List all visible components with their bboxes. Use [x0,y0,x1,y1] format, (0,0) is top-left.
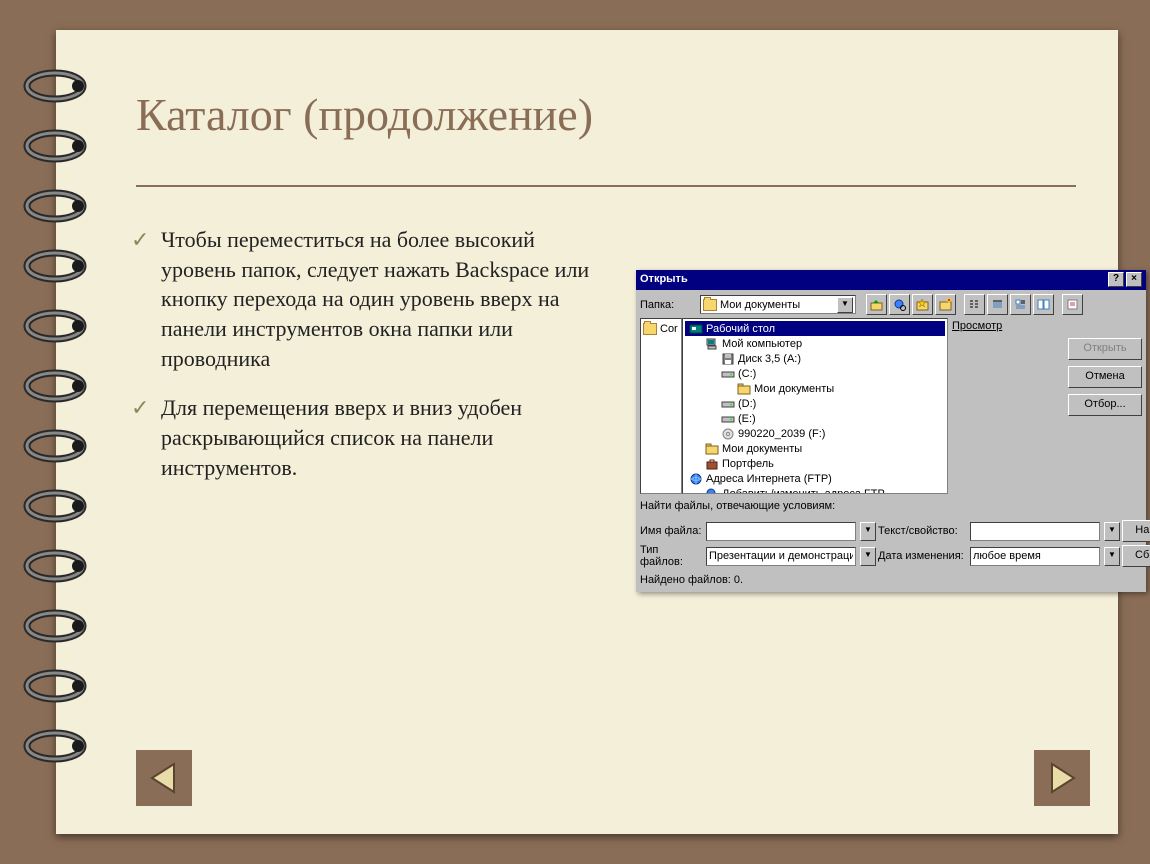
tree-label: Мои документы [754,383,834,395]
dialog-title: Открыть [640,272,688,288]
folder-combo[interactable]: Мои документы ▼ [700,295,856,314]
open-dialog: Открыть ? × Папка: Мои документы ▼ [636,270,1146,592]
properties-view-button[interactable] [1010,294,1031,315]
tree-item[interactable]: (E:) [685,411,945,426]
preview-link[interactable]: Просмотр [952,320,1002,332]
tree-item[interactable]: Мои документы [685,381,945,396]
titlebar[interactable]: Открыть ? × [636,270,1146,290]
tree-label: Адреса Интернета (FTP) [706,473,832,485]
slide-title: Каталог (продолжение) [136,88,593,141]
folder-label: Папка: [640,299,696,311]
tree-label: Мой компьютер [722,338,802,350]
tree-label: Рабочий стол [706,323,775,335]
tree-label: 990220_2039 (F:) [738,428,825,440]
tree-item[interactable]: Добавить/изменить адреса FTP [685,486,945,494]
date-label: Дата изменения: [878,550,966,562]
details-view-button[interactable] [987,294,1008,315]
spiral-binding: // rings drawn below after data load? Ke… [20,66,92,796]
folder-icon [705,442,719,456]
filetype-combo[interactable]: Презентации и демонстрации [706,547,856,566]
left-folder-list[interactable]: Cor [640,318,682,494]
close-button[interactable]: × [1126,272,1142,287]
checkmark-icon: ✓ [131,393,149,423]
bullet-1: ✓Чтобы переместиться на более высокий ур… [161,225,601,373]
dropdown-arrow-icon[interactable]: ▼ [1104,547,1120,566]
body-text: ✓Чтобы переместиться на более высокий ур… [161,225,601,503]
tree-item[interactable]: Диск 3,5 (A:) [685,351,945,366]
tree-label: Диск 3,5 (A:) [738,353,801,365]
bullet-text: Чтобы переместиться на более высокий уро… [161,227,589,371]
favorites-button[interactable] [912,294,933,315]
new-folder-button[interactable] [935,294,956,315]
tree-item[interactable]: Мой компьютер [685,336,945,351]
next-slide-button[interactable] [1034,750,1090,806]
prev-slide-button[interactable] [136,750,192,806]
folder-icon [737,382,751,396]
filetype-label: Тип файлов: [640,544,702,568]
commands-button[interactable] [1062,294,1083,315]
cancel-button[interactable]: Отмена [1068,366,1142,388]
dialog-client: Папка: Мои документы ▼ [636,290,1146,592]
open-button[interactable]: Открыть [1068,338,1142,360]
filename-label: Имя файла: [640,525,702,537]
drive-icon [721,397,735,411]
filter-header: Найти файлы, отвечающие условиям: [640,500,1142,512]
folder-icon [643,322,657,336]
list-view-button[interactable] [964,294,985,315]
bullet-text: Для перемещения вверх и вниз удобен раск… [161,395,522,479]
bullet-2: ✓Для перемещения вверх и вниз удобен рас… [161,393,601,482]
globe-icon [689,472,703,486]
tree-item[interactable]: (D:) [685,396,945,411]
tree-item[interactable]: Портфель [685,456,945,471]
toolbar [866,294,1083,315]
computer-icon [705,337,719,351]
tree-label: (D:) [738,398,756,410]
filename-input[interactable] [706,522,856,541]
folder-icon [703,298,717,312]
floppy-icon [721,352,735,366]
desktop-icon [689,322,703,336]
text-prop-input[interactable] [970,522,1100,541]
filter-button[interactable]: Отбор... [1068,394,1142,416]
tree-label: Портфель [722,458,774,470]
dropdown-arrow-icon[interactable]: ▼ [837,297,853,313]
slide-page: // rings drawn below after data load? Ke… [56,30,1118,834]
list-item[interactable]: Cor [643,321,679,336]
search-web-button[interactable] [889,294,910,315]
text-prop-label: Текст/свойство: [878,525,966,537]
date-combo[interactable]: любое время [970,547,1100,566]
drive-icon [721,367,735,381]
tree-label: Добавить/изменить адреса FTP [722,488,885,495]
tree-item[interactable]: Мои документы [685,441,945,456]
tree-item[interactable]: Рабочий стол [685,321,945,336]
help-button[interactable]: ? [1108,272,1124,287]
tree-label: (E:) [738,413,756,425]
tree-label: Мои документы [722,443,802,455]
tree-item[interactable]: (C:) [685,366,945,381]
tree-item[interactable]: 990220_2039 (F:) [685,426,945,441]
dropdown-arrow-icon[interactable]: ▼ [860,547,876,566]
briefcase-icon [705,457,719,471]
tree-label: (C:) [738,368,756,380]
preview-view-button[interactable] [1033,294,1054,315]
dropdown-arrow-icon[interactable]: ▼ [860,522,876,541]
globe-edit-icon [705,487,719,495]
status-text: Найдено файлов: 0. [640,574,1142,586]
dropdown-arrow-icon[interactable]: ▼ [1104,522,1120,541]
tree-item[interactable]: Адреса Интернета (FTP) [685,471,945,486]
horizontal-rule [136,185,1076,187]
folder-value: Мои документы [720,299,800,311]
up-one-level-button[interactable] [866,294,887,315]
cd-icon [721,427,735,441]
reset-button[interactable]: Сброс [1122,545,1150,567]
drive-icon [721,412,735,426]
checkmark-icon: ✓ [131,225,149,255]
find-button[interactable]: Найти [1122,520,1150,542]
folder-tree[interactable]: Рабочий стол Мой компьютер Диск 3,5 (A:) (C… [682,318,948,494]
